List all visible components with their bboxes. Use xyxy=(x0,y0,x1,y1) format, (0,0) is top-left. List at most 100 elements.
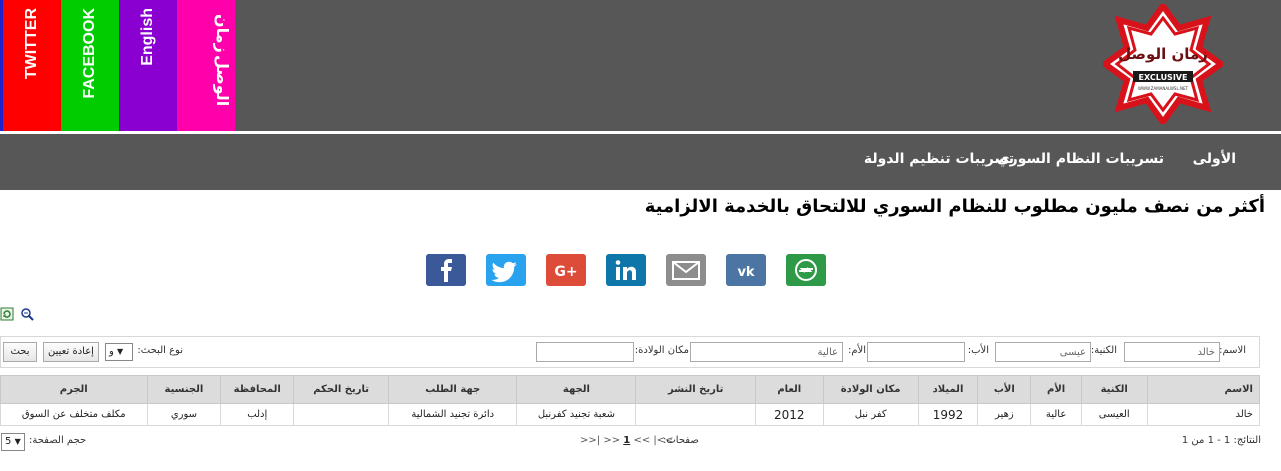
name-label: الاسم: xyxy=(1219,345,1246,356)
col-verdict-date[interactable]: تاريخ الحكم xyxy=(293,375,389,404)
cell-birth: 1992 xyxy=(917,403,979,426)
article-headline: أكثر من نصف مليون مطلوب للنظام السوري لل… xyxy=(644,196,1265,217)
cell-surname: العيسى xyxy=(1080,403,1148,426)
nav-home[interactable]: الأولى xyxy=(1193,151,1236,167)
cell-publish-date xyxy=(635,403,757,426)
col-birth[interactable]: الميلاد xyxy=(917,375,979,404)
magnifier-icon xyxy=(21,308,34,321)
logo-ribbon: EXCLUSIVE xyxy=(1139,73,1188,82)
linkedin-icon xyxy=(606,254,646,286)
table-header-row: الاسم الكنية الأم الأب الميلاد مكان الول… xyxy=(0,375,1261,404)
twitter-link[interactable]: TWITTER xyxy=(0,0,61,131)
cell-mother: عالية xyxy=(1030,403,1082,426)
surname-input[interactable] xyxy=(995,342,1091,362)
zaman-label-line2: الوصل xyxy=(213,54,232,107)
table-row[interactable]: خالد العيسى عالية زهير 1992 كفر نبل 2012… xyxy=(0,403,1261,426)
col-crime[interactable]: الجرم xyxy=(0,375,148,404)
surname-label: الكنية: xyxy=(1090,345,1117,356)
share-facebook-button[interactable] xyxy=(426,254,466,286)
cell-agency: شعبة تجنيد كفرنبل xyxy=(516,403,637,426)
nav-isis-leaks[interactable]: تسريبات تنظيم الدولة xyxy=(864,151,1014,167)
col-requesting-body[interactable]: جهة الطلب xyxy=(387,375,518,404)
svg-text:vk: vk xyxy=(737,265,754,280)
pager-next[interactable]: >> xyxy=(603,435,620,446)
main-nav: الأولى تسريبات النظام السوري تسريبات تنظ… xyxy=(0,134,1281,190)
facebook-label: FACEBOOK xyxy=(81,8,98,99)
chevron-down-icon: ▼ xyxy=(14,437,21,446)
site-logo[interactable]: زمان الوصل EXCLUSIVE WWW.ZAMANALWSL.NET xyxy=(1099,0,1227,128)
search-type-select[interactable]: و ▼ xyxy=(105,343,133,361)
share-email-button[interactable] xyxy=(666,254,706,286)
cell-name: خالد xyxy=(1146,403,1261,426)
cell-crime: مكلف متخلف عن السوق xyxy=(0,403,148,426)
cell-governorate: إدلب xyxy=(220,403,295,426)
search-type-label: نوع البحث: xyxy=(137,345,183,356)
col-nationality[interactable]: الجنسية xyxy=(146,375,222,404)
col-mother[interactable]: الأم xyxy=(1030,375,1082,404)
pages-label: صفحات: xyxy=(663,435,699,446)
cell-birthplace: كفر نبل xyxy=(822,403,919,426)
zaman-label: زمان الوصل xyxy=(177,14,235,106)
google-plus-icon: G+ xyxy=(546,254,586,286)
share-linkedin-button[interactable] xyxy=(606,254,646,286)
email-icon xyxy=(666,254,706,286)
english-link[interactable]: English xyxy=(119,0,177,131)
col-father[interactable]: الأب xyxy=(977,375,1032,404)
birthplace-input[interactable] xyxy=(536,342,634,362)
father-input[interactable] xyxy=(867,342,965,362)
pager: >>| >> 1 << |<< xyxy=(580,435,674,446)
search-type-value: و xyxy=(109,346,114,357)
cell-requesting-body: دائرة تجنيد الشمالية xyxy=(387,403,518,426)
mother-label: الأم: xyxy=(847,345,866,356)
birthplace-label: مكان الولادة: xyxy=(634,345,689,356)
facebook-link[interactable]: FACEBOOK xyxy=(61,0,119,131)
twitter-label: TWITTER xyxy=(23,8,40,80)
share-googleplus-button[interactable]: G+ xyxy=(546,254,586,286)
mother-input[interactable] xyxy=(690,342,843,362)
cell-verdict-date xyxy=(293,403,389,426)
refresh-icon-svg xyxy=(0,307,14,321)
cell-father: زهير xyxy=(977,403,1032,426)
zaman-label-line1: زمان xyxy=(213,14,232,53)
col-agency[interactable]: الجهة xyxy=(516,375,637,404)
page-size-select[interactable]: 5 ▼ xyxy=(1,433,25,451)
twitter-icon xyxy=(486,254,526,286)
top-header: TWITTER FACEBOOK English زمان الوصل زمان… xyxy=(0,0,1281,131)
col-surname[interactable]: الكنية xyxy=(1080,375,1148,404)
cell-year: 2012 xyxy=(755,403,824,426)
english-label: English xyxy=(139,8,156,66)
vk-icon: vk xyxy=(726,254,766,286)
search-zoom-icon[interactable] xyxy=(20,307,34,321)
logo-star-icon: زمان الوصل EXCLUSIVE WWW.ZAMANALWSL.NET xyxy=(1099,0,1227,128)
results-table: الاسم الكنية الأم الأب الميلاد مكان الول… xyxy=(0,375,1261,426)
logo-url: WWW.ZAMANALWSL.NET xyxy=(1138,86,1188,91)
pager-last[interactable]: >>| xyxy=(580,435,600,446)
logo-name: زمان الوصل xyxy=(1118,45,1208,63)
father-label: الأب: xyxy=(967,345,989,356)
col-publish-date[interactable]: تاريخ النشر xyxy=(635,375,757,404)
cell-nationality: سوري xyxy=(146,403,222,426)
nav-regime-leaks[interactable]: تسريبات النظام السوري xyxy=(997,151,1164,167)
col-name[interactable]: الاسم xyxy=(1146,375,1261,404)
chevron-down-icon: ▼ xyxy=(117,347,124,356)
svg-text:G+: G+ xyxy=(554,264,577,280)
results-count: النتائج: 1 - 1 من 1 xyxy=(1181,435,1261,446)
share-generic-button[interactable] xyxy=(786,254,826,286)
facebook-icon xyxy=(426,254,466,286)
col-governorate[interactable]: المحافظة xyxy=(220,375,295,404)
search-button[interactable]: بحث xyxy=(3,342,37,362)
col-birthplace[interactable]: مكان الولادة xyxy=(822,375,919,404)
reset-button[interactable]: إعادة تعيين xyxy=(43,342,99,362)
pager-prev[interactable]: << xyxy=(633,435,650,446)
share-twitter-button[interactable] xyxy=(486,254,526,286)
search-panel: الاسم: الكنية: الأب: الأم: مكان الولادة:… xyxy=(0,336,1260,368)
refresh-icon[interactable] xyxy=(0,307,14,321)
name-input[interactable] xyxy=(1124,342,1220,362)
share-icon xyxy=(786,254,826,286)
pager-current[interactable]: 1 xyxy=(623,435,630,446)
page-size-label: حجم الصفحة: xyxy=(29,435,87,446)
page-size-value: 5 xyxy=(5,436,12,447)
share-vk-button[interactable]: vk xyxy=(726,254,766,286)
col-year[interactable]: العام xyxy=(755,375,824,404)
zaman-alwasl-link[interactable]: زمان الوصل xyxy=(177,0,235,131)
